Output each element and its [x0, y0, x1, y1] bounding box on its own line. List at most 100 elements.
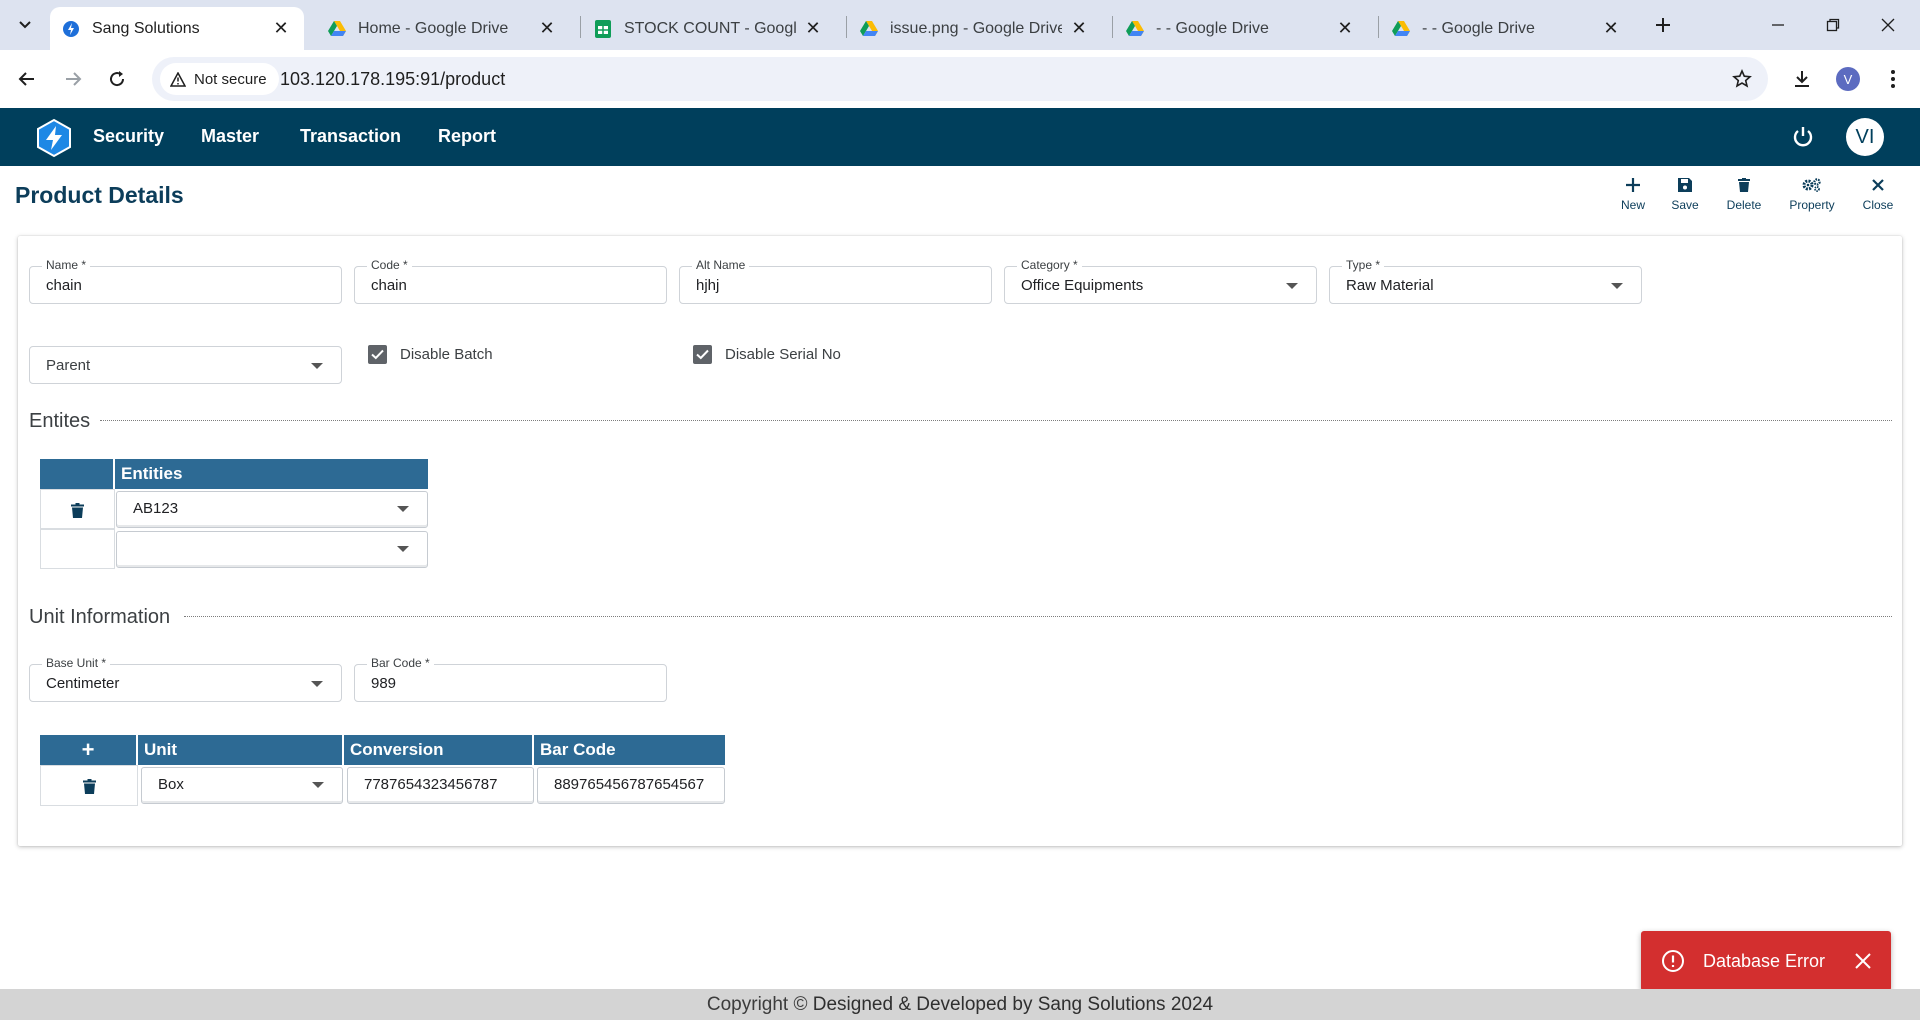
- tab-search-button[interactable]: [10, 10, 40, 40]
- address-bar[interactable]: Not secure 103.120.178.195:91/product: [152, 57, 1768, 101]
- security-label: Not secure: [194, 70, 267, 88]
- menu-report[interactable]: Report: [438, 126, 496, 147]
- browser-tab-home-drive[interactable]: Home - Google Drive ✕: [316, 7, 570, 50]
- alt-name-value[interactable]: hjhj: [696, 277, 719, 294]
- entity-select[interactable]: [116, 531, 428, 568]
- browser-tab-drive-4[interactable]: - - Google Drive ✕: [1114, 7, 1368, 50]
- error-circle-icon: [1662, 950, 1684, 972]
- base-unit-value: Centimeter: [46, 675, 120, 692]
- reload-button[interactable]: [100, 62, 134, 96]
- save-label: Save: [1671, 198, 1699, 212]
- row-action-cell: [40, 765, 138, 806]
- download-icon: [1795, 71, 1809, 87]
- bar-code-field[interactable]: Bar Code * 989: [354, 656, 667, 702]
- forward-button[interactable]: [56, 62, 90, 96]
- tab-title: STOCK COUNT - Google Sh: [624, 19, 796, 37]
- window-close-button[interactable]: [1868, 10, 1908, 40]
- alt-name-field[interactable]: Alt Name hjhj: [679, 258, 992, 304]
- menu-master[interactable]: Master: [201, 126, 259, 147]
- profile-button[interactable]: V: [1833, 64, 1863, 94]
- alt-name-label: Alt Name: [692, 258, 750, 272]
- type-select[interactable]: Type * Raw Material: [1329, 258, 1642, 304]
- trash-icon[interactable]: [69, 502, 85, 518]
- base-unit-select[interactable]: Base Unit * Centimeter: [29, 656, 342, 702]
- tab-close-icon[interactable]: ✕: [270, 18, 292, 40]
- plus-icon: [1626, 176, 1640, 194]
- name-field[interactable]: Name * chain: [29, 258, 342, 304]
- google-drive-icon: [328, 20, 346, 38]
- close-label: Close: [1862, 198, 1894, 212]
- save-icon: [1678, 176, 1692, 194]
- tab-close-icon[interactable]: ✕: [536, 18, 558, 40]
- tab-title: - - Google Drive: [1156, 19, 1269, 37]
- caret-down-icon: [397, 506, 409, 512]
- new-label: New: [1620, 198, 1645, 212]
- category-select[interactable]: Category * Office Equipments: [1004, 258, 1317, 304]
- user-avatar[interactable]: VI: [1846, 118, 1884, 156]
- base-unit-label: Base Unit *: [42, 656, 111, 670]
- tab-close-icon[interactable]: ✕: [1600, 18, 1622, 40]
- conversion-value[interactable]: 7787654323456787: [364, 776, 529, 793]
- bar-code-value[interactable]: 989: [371, 675, 396, 692]
- bookmark-button[interactable]: [1730, 67, 1754, 91]
- unit-column-header: Unit: [138, 735, 344, 765]
- close-icon: [1881, 18, 1895, 32]
- browser-toolbar: Not secure 103.120.178.195:91/product V: [0, 50, 1920, 108]
- arrow-left-icon: [18, 72, 34, 86]
- property-button[interactable]: Property: [1786, 176, 1838, 212]
- entity-value: AB123: [133, 500, 179, 517]
- minimize-button[interactable]: [1758, 10, 1798, 40]
- back-button[interactable]: [10, 62, 44, 96]
- tab-close-icon[interactable]: ✕: [1068, 18, 1090, 40]
- browser-tabstrip: Sang Solutions ✕ Home - Google Drive ✕ S…: [0, 0, 1920, 50]
- browser-menu-button[interactable]: [1878, 64, 1908, 94]
- browser-tab-issue-png[interactable]: issue.png - Google Drive ✕: [848, 7, 1102, 50]
- url-text[interactable]: 103.120.178.195:91/product: [280, 69, 505, 90]
- unit-barcode-input[interactable]: 889765456787654567: [537, 767, 725, 804]
- code-value[interactable]: chain: [371, 277, 407, 294]
- caret-down-icon: [1286, 283, 1298, 289]
- disable-batch-checkbox[interactable]: [368, 345, 387, 364]
- downloads-button[interactable]: [1787, 64, 1817, 94]
- security-chip[interactable]: Not secure: [160, 63, 279, 95]
- trash-icon[interactable]: [81, 778, 97, 794]
- restore-button[interactable]: [1813, 10, 1853, 40]
- unit-barcode-value[interactable]: 889765456787654567: [554, 776, 720, 793]
- browser-tab-sang-solutions[interactable]: Sang Solutions ✕: [50, 7, 304, 50]
- new-tab-button[interactable]: [1650, 12, 1676, 38]
- sang-logo-icon[interactable]: [34, 118, 74, 158]
- minimize-icon: [1772, 24, 1784, 26]
- logout-button[interactable]: [1788, 122, 1818, 152]
- warning-icon: [170, 71, 186, 87]
- browser-tab-stock-count[interactable]: STOCK COUNT - Google Sh ✕: [582, 7, 836, 50]
- new-button[interactable]: New: [1620, 176, 1646, 212]
- close-icon[interactable]: [1853, 951, 1873, 971]
- entity-select[interactable]: AB123: [116, 491, 428, 528]
- name-label: Name *: [42, 258, 91, 272]
- name-value[interactable]: chain: [46, 277, 82, 294]
- close-button[interactable]: Close: [1860, 176, 1896, 212]
- caret-down-icon: [311, 363, 323, 369]
- save-button[interactable]: Save: [1670, 176, 1700, 212]
- google-sheets-icon: [594, 19, 612, 38]
- unit-info-section-title: Unit Information: [29, 606, 171, 628]
- menu-security[interactable]: Security: [93, 126, 164, 147]
- disable-serial-label[interactable]: Disable Serial No: [725, 346, 841, 363]
- menu-transaction[interactable]: Transaction: [300, 126, 401, 147]
- disable-serial-checkbox[interactable]: [693, 345, 712, 364]
- conversion-input[interactable]: 7787654323456787: [347, 767, 534, 804]
- caret-down-icon: [312, 782, 324, 788]
- disable-batch-label[interactable]: Disable Batch: [400, 346, 493, 363]
- delete-button[interactable]: Delete: [1724, 176, 1764, 212]
- unit-select[interactable]: Box: [141, 767, 343, 804]
- parent-select[interactable]: Parent: [29, 346, 342, 384]
- add-unit-button[interactable]: +: [40, 735, 138, 765]
- caret-down-icon: [397, 546, 409, 552]
- code-field[interactable]: Code * chain: [354, 258, 667, 304]
- tab-title: issue.png - Google Drive: [890, 19, 1062, 37]
- tab-close-icon[interactable]: ✕: [802, 18, 824, 40]
- tab-close-icon[interactable]: ✕: [1334, 18, 1356, 40]
- tab-title: Home - Google Drive: [358, 19, 509, 37]
- browser-tab-drive-5[interactable]: - - Google Drive ✕: [1380, 7, 1634, 50]
- tab-title: Sang Solutions: [92, 19, 200, 37]
